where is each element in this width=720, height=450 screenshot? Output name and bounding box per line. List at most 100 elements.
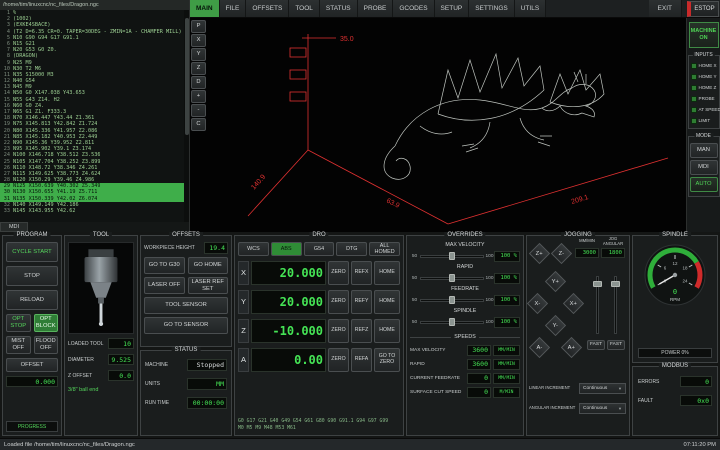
menu-tab[interactable]: MAIN xyxy=(190,0,220,17)
machine-on-button[interactable]: MACHINE ON xyxy=(689,22,719,48)
dro-tab[interactable]: ALL HOMED xyxy=(369,242,400,256)
menu-tab[interactable]: FILE xyxy=(220,0,247,17)
slider-handle[interactable] xyxy=(449,318,455,326)
mist-button[interactable]: MIST OFF xyxy=(6,336,31,354)
jog-y-plus-button[interactable]: Y+ xyxy=(545,271,566,292)
goto-g30-button[interactable]: GO TO G30 xyxy=(144,257,185,274)
home-button[interactable]: HOME xyxy=(374,319,400,343)
menu-tab[interactable]: GCODES xyxy=(393,0,434,17)
ref-button[interactable]: REFY xyxy=(351,290,372,314)
backplot-view[interactable]: PXYZD+-C 35.0 140.9 63.9 209.1 xyxy=(190,18,686,232)
jogging-panel: JOGGING Z+ Z- MM/MIN 3000 JOG ANGULAR 18… xyxy=(526,235,630,436)
jog-x-plus-button[interactable]: X+ xyxy=(563,293,584,314)
dro-tab[interactable]: DTG xyxy=(336,242,367,256)
mode-button[interactable]: MDI xyxy=(690,160,718,175)
view-button[interactable]: Z xyxy=(191,62,206,75)
gcode-line[interactable]: 33N145 X143.955 Y42.62 xyxy=(0,208,184,214)
zero-button[interactable]: ZERO xyxy=(328,261,349,285)
machine-state: Stopped xyxy=(187,359,227,371)
modbus-title: MODBUS xyxy=(659,363,691,369)
fast-angular-button[interactable]: FAST xyxy=(607,340,625,350)
ref-button[interactable]: REFX xyxy=(351,261,372,285)
cycle-start-button[interactable]: CYCLE START xyxy=(6,242,58,262)
home-button[interactable]: HOME xyxy=(374,261,400,285)
view-button[interactable]: Y xyxy=(191,48,206,61)
zero-button[interactable]: ZERO xyxy=(328,348,349,372)
slider-handle[interactable] xyxy=(449,252,455,260)
slider-handle[interactable] xyxy=(611,281,620,287)
estop-button[interactable]: ESTOP xyxy=(687,1,719,17)
view-button[interactable]: + xyxy=(191,90,206,103)
opt-block-button[interactable]: OPT BLOCK xyxy=(34,314,59,332)
override-slider[interactable] xyxy=(420,295,484,305)
flood-button[interactable]: FLOOD OFF xyxy=(34,336,59,354)
slider-handle[interactable] xyxy=(449,274,455,282)
override-slider[interactable] xyxy=(420,251,484,261)
view-button[interactable]: - xyxy=(191,104,206,117)
override-value: 100 % xyxy=(494,273,520,284)
rpm-value: 0 xyxy=(673,288,677,296)
jog-linear-speed-slider[interactable] xyxy=(593,276,602,334)
view-button[interactable]: C xyxy=(191,118,206,131)
menu-tab[interactable]: OFFSETS xyxy=(246,0,289,17)
dro-tab[interactable]: G54 xyxy=(304,242,335,256)
jog-a-plus-button[interactable]: A+ xyxy=(561,337,582,358)
menu-tab[interactable]: STATUS xyxy=(320,0,358,17)
menu-tab[interactable]: PROBE xyxy=(358,0,394,17)
angular-increment-select[interactable]: Continuous▼ xyxy=(579,403,626,414)
speed-label: MAX VELOCITY xyxy=(410,348,465,353)
gcode-scrollbar[interactable] xyxy=(184,10,189,222)
laser-ref-set-button[interactable]: LASER REF SET xyxy=(188,277,229,294)
mode-button[interactable]: AUTO xyxy=(690,177,718,192)
ref-button[interactable]: REFA xyxy=(351,348,372,372)
input-indicator-row: HOME Z xyxy=(690,82,718,93)
ref-button[interactable]: REFZ xyxy=(351,319,372,343)
diameter-value: 9.525 xyxy=(108,354,134,365)
dro-tab[interactable]: ABS xyxy=(271,242,302,256)
jog-z-minus-button[interactable]: Z- xyxy=(551,243,572,264)
goto-sensor-button[interactable]: GO TO SENSOR xyxy=(144,317,228,334)
menu-tab[interactable]: UTILS xyxy=(515,0,546,17)
reload-button[interactable]: RELOAD xyxy=(6,290,58,310)
jog-z-plus-button[interactable]: Z+ xyxy=(529,243,550,264)
view-button[interactable]: X xyxy=(191,34,206,47)
slider-handle[interactable] xyxy=(593,281,602,287)
jog-y-minus-button[interactable]: Y- xyxy=(545,315,566,336)
jog-angular-speed-slider[interactable] xyxy=(611,276,620,334)
fast-linear-button[interactable]: FAST xyxy=(587,340,605,350)
linear-increment-select[interactable]: Continuous▼ xyxy=(579,383,626,394)
home-button[interactable]: HOME xyxy=(374,290,400,314)
exit-button[interactable]: EXIT xyxy=(649,0,682,17)
linear-increment-label: LINEAR INCREMENT xyxy=(529,386,577,391)
view-button[interactable]: P xyxy=(191,20,206,33)
menu-tabs: MAINFILEOFFSETSTOOLSTATUSPROBEGCODESSETU… xyxy=(190,0,649,17)
home-button[interactable]: GO TO ZERO xyxy=(374,348,400,372)
override-sliders: MAX VELOCITY 50 100 100 % RAPID 50 100 xyxy=(410,242,520,330)
menu-tab[interactable]: SETUP xyxy=(435,0,470,17)
gcode-list[interactable]: 1% 2(1002) 3(EXKE4SBACE) 4(T2 D=6.35 CR=… xyxy=(0,10,184,222)
gcode-scrollbar-thumb[interactable] xyxy=(185,18,189,135)
stop-button[interactable]: STOP xyxy=(6,266,58,286)
menu-tab[interactable]: TOOL xyxy=(289,0,320,17)
mode-button[interactable]: MAN xyxy=(690,143,718,158)
view-button[interactable]: D xyxy=(191,76,206,89)
opt-stop-button[interactable]: OPT STOP xyxy=(6,314,31,332)
gcode-file-path: /home/tim/linuxcnc/nc_files/Dragon.ngc xyxy=(0,0,189,10)
override-slider[interactable] xyxy=(420,273,484,283)
dro-tab[interactable]: WCS xyxy=(238,242,269,256)
go-home-button[interactable]: GO HOME xyxy=(188,257,229,274)
override-slider[interactable] xyxy=(420,317,484,327)
laser-button[interactable]: LASER OFF xyxy=(144,277,185,294)
jog-x-minus-button[interactable]: X- xyxy=(527,293,548,314)
speeds-list: MAX VELOCITY 3600 MM/MIN RAPID 3600 MM/M… xyxy=(410,343,520,399)
menu-tab[interactable]: SETTINGS xyxy=(469,0,515,17)
input-label: LIMIT xyxy=(699,118,711,123)
overrides-title: OVERRIDES xyxy=(444,232,485,238)
jog-a-minus-button[interactable]: A- xyxy=(529,337,550,358)
zero-button[interactable]: ZERO xyxy=(328,319,349,343)
offset-button[interactable]: OFFSET xyxy=(6,358,58,372)
zero-button[interactable]: ZERO xyxy=(328,290,349,314)
mdi-tab[interactable]: MDI xyxy=(0,222,28,232)
slider-handle[interactable] xyxy=(449,296,455,304)
tool-sensor-button[interactable]: TOOL SENSOR xyxy=(144,297,228,314)
